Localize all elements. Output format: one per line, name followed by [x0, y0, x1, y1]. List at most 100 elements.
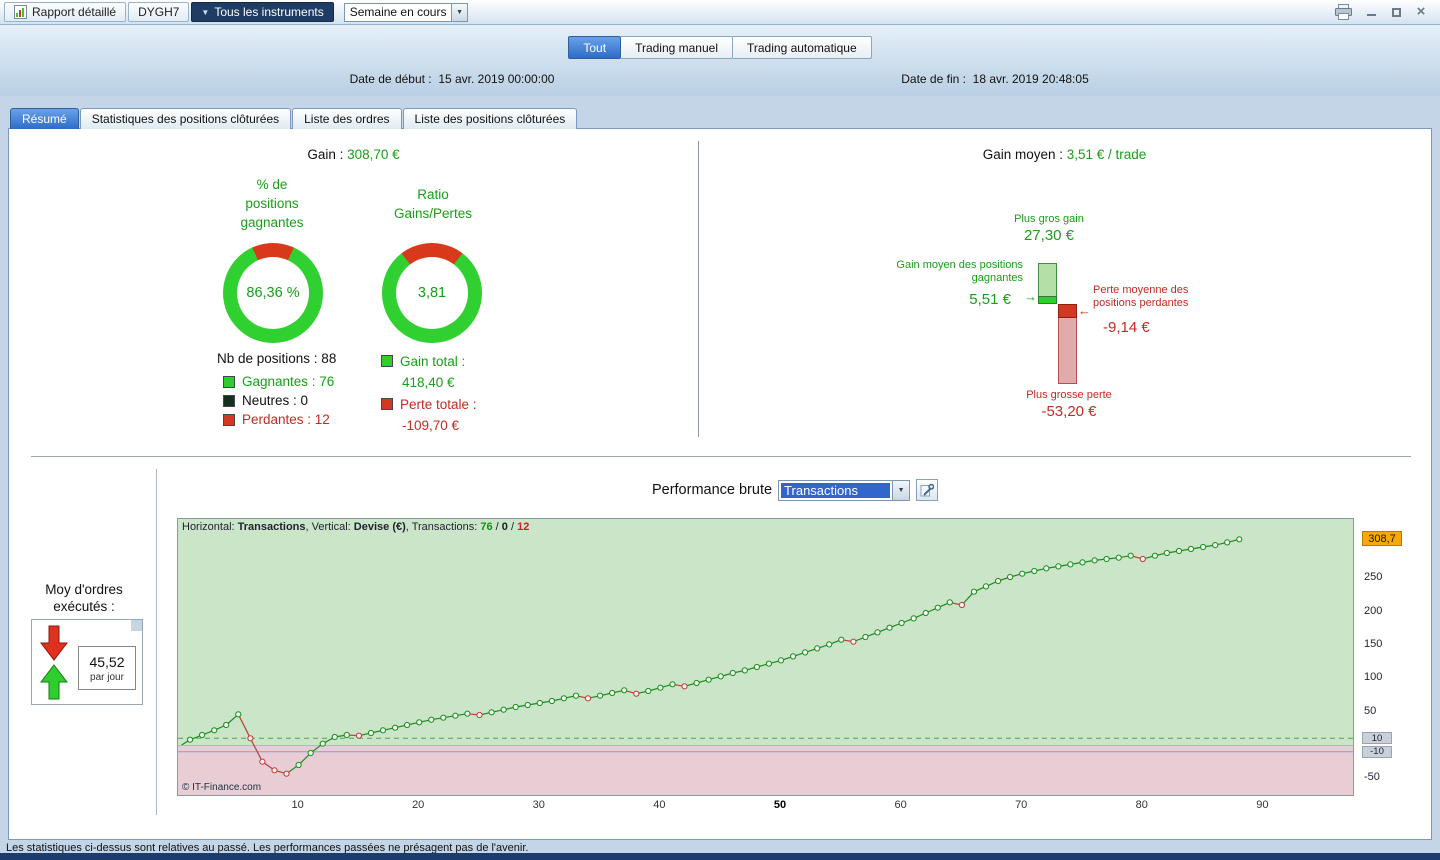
minimize-icon [1366, 8, 1376, 16]
donut2-title-line: Gains/Pertes [393, 206, 473, 221]
gain-total-label: Gain total : [400, 353, 466, 369]
maximize-icon [1391, 7, 1401, 17]
report-tab-label: Rapport détaillé [32, 5, 117, 19]
y-axis: 250 200 150 100 50 -50 308,7 10 -10 [1355, 129, 1431, 839]
plot-header-segment: 76 [480, 521, 493, 533]
main-tabs: Résumé Statistiques des positions clôtur… [10, 108, 578, 129]
avg-orders-card: 45,52 par jour [31, 619, 143, 705]
gain-loss-ratio-donut: 3,81 [382, 243, 482, 343]
winning-positions-value: 86,36 % [237, 257, 309, 329]
nb-positions: Nb de positions : 88 [217, 351, 337, 366]
threshold-badge: -10 [1362, 745, 1392, 758]
avg-loss-label-line: Perte moyenne des [1093, 284, 1189, 296]
gain-moyen-line: Gain moyen : 3,51 € / trade [698, 147, 1431, 162]
plot-header-segment: Transactions [237, 521, 306, 533]
date-end: Date de fin : 18 avr. 2019 20:48:05 [901, 72, 1089, 86]
date-start-label: Date de début : [349, 72, 432, 86]
plot-header-segment: Horizontal: [182, 521, 238, 533]
y-axis-label: 50 [1364, 704, 1377, 717]
totals-legend: Gain total : 418,40 € Perte totale : -10… [381, 351, 477, 437]
perte-totale-label: Perte totale : [400, 396, 477, 412]
biggest-loss-label: Plus grosse perte [1026, 389, 1112, 401]
y-axis-label: -50 [1364, 771, 1380, 784]
period-select-arrow-icon[interactable]: ▼ [451, 3, 467, 21]
main-panel: Gain : 308,70 € % de positions gagnantes… [8, 128, 1432, 840]
wrench-icon [920, 483, 935, 497]
date-start-value: 15 avr. 2019 00:00:00 [438, 72, 555, 86]
maximize-button[interactable] [1389, 5, 1403, 19]
combo-arrow-icon[interactable]: ▼ [892, 480, 910, 500]
y-axis-label: 200 [1364, 604, 1383, 617]
perte-totale-value: -109,70 € [402, 418, 460, 433]
section-divider [31, 456, 1411, 458]
close-button[interactable]: × [1414, 4, 1428, 19]
x-axis: 10 20 30 40 50 60 70 80 90 [177, 799, 1354, 815]
performance-header: Performance brute Transactions ▼ [9, 479, 1431, 501]
plot-header-segment: 12 [517, 521, 530, 533]
biggest-gain-label: Plus gros gain [1014, 213, 1084, 225]
x-axis-label: 40 [653, 799, 666, 811]
report-tab[interactable]: Rapport détaillé [4, 2, 127, 22]
tab-resume[interactable]: Résumé [10, 108, 79, 129]
all-instruments-tab[interactable]: ▼ Tous les instruments [191, 2, 334, 22]
card-fold [131, 620, 142, 631]
gagnantes-swatch [223, 375, 235, 388]
gain-total-line: Gain : 308,70 € [9, 147, 698, 162]
neutres-swatch [223, 394, 235, 407]
gain-value: 308,70 € [347, 147, 400, 162]
equity-curve [178, 519, 1353, 795]
legend-row-neutres: Neutres : 0 [223, 391, 334, 410]
plot-header: Horizontal: Transactions, Vertical: Devi… [182, 521, 529, 533]
avg-orders-unit: par jour [90, 671, 124, 683]
instrument-tab-label: DYGH7 [138, 5, 180, 19]
perte-totale-swatch [381, 398, 393, 410]
x-axis-label: 50 [773, 799, 787, 811]
avg-loss-arrow-icon: ← [1078, 303, 1091, 318]
chart-settings-button[interactable] [916, 479, 939, 501]
tab-liste-positions[interactable]: Liste des positions clôturées [402, 108, 578, 129]
biggest-loss-value: -53,20 € [1041, 403, 1097, 420]
avg-win-label-line: Gain moyen des positions [896, 259, 1023, 271]
avg-win-label-line: gagnantes [971, 272, 1023, 284]
gain-moyen-value: 3,51 € / trade [1066, 147, 1147, 162]
positions-legend: Gagnantes : 76 Neutres : 0 Perdantes : 1… [223, 372, 334, 429]
copyright: © IT-Finance.com [182, 782, 262, 793]
avg-loss-label: Perte moyenne des positions perdantes [1093, 284, 1243, 310]
avg-win-label: Gain moyen des positions gagnantes [859, 259, 1023, 285]
minimize-button[interactable] [1364, 5, 1378, 19]
instrument-tab-dygh7[interactable]: DYGH7 [128, 2, 190, 22]
perdantes-label: Perdantes : 12 [242, 412, 330, 427]
neutres-label: Neutres : 0 [242, 393, 309, 408]
tab-tout[interactable]: Tout [568, 36, 622, 59]
plot-header-segment: , Transactions: [405, 521, 481, 533]
period-select[interactable]: Semaine en cours ▼ [343, 2, 468, 22]
biggest-gain-bar [1038, 263, 1057, 304]
bottom-bar [0, 853, 1440, 860]
sell-arrow-icon [39, 625, 69, 664]
x-axis-label: 10 [291, 799, 304, 811]
x-axis-label: 30 [532, 799, 545, 811]
tab-trading-automatique[interactable]: Trading automatique [733, 36, 872, 59]
gain-label: Gain : [307, 147, 344, 162]
avg-orders-value-box: 45,52 par jour [78, 646, 136, 690]
tab-liste-ordres[interactable]: Liste des ordres [292, 108, 402, 129]
avg-loss-label-line: positions perdantes [1093, 297, 1189, 309]
view-tabs: Tout Trading manuel Trading automatique [0, 36, 1440, 59]
performance-metric-select[interactable]: Transactions ▼ [778, 479, 911, 501]
avg-gain-bar [1038, 296, 1057, 304]
y-axis-label: 250 [1364, 571, 1383, 584]
plot-header-segment: Devise (€) [353, 521, 406, 533]
avg-orders-label: Moy d'ordres exécutés : [9, 581, 159, 615]
y-axis-label: 150 [1364, 638, 1383, 650]
print-button[interactable] [1334, 4, 1353, 20]
threshold-badge: 10 [1362, 732, 1392, 745]
report-icon [14, 5, 27, 19]
buy-arrow-icon [39, 664, 69, 703]
winning-positions-donut: 86,36 % [223, 243, 323, 343]
performance-chart[interactable]: Horizontal: Transactions, Vertical: Devi… [177, 518, 1354, 796]
date-end-label: Date de fin : [901, 72, 966, 86]
tab-statistiques[interactable]: Statistiques des positions clôturées [79, 108, 292, 129]
x-axis-label: 90 [1256, 799, 1269, 811]
date-start: Date de début : 15 avr. 2019 00:00:00 [350, 72, 555, 86]
tab-trading-manuel[interactable]: Trading manuel [621, 36, 733, 59]
